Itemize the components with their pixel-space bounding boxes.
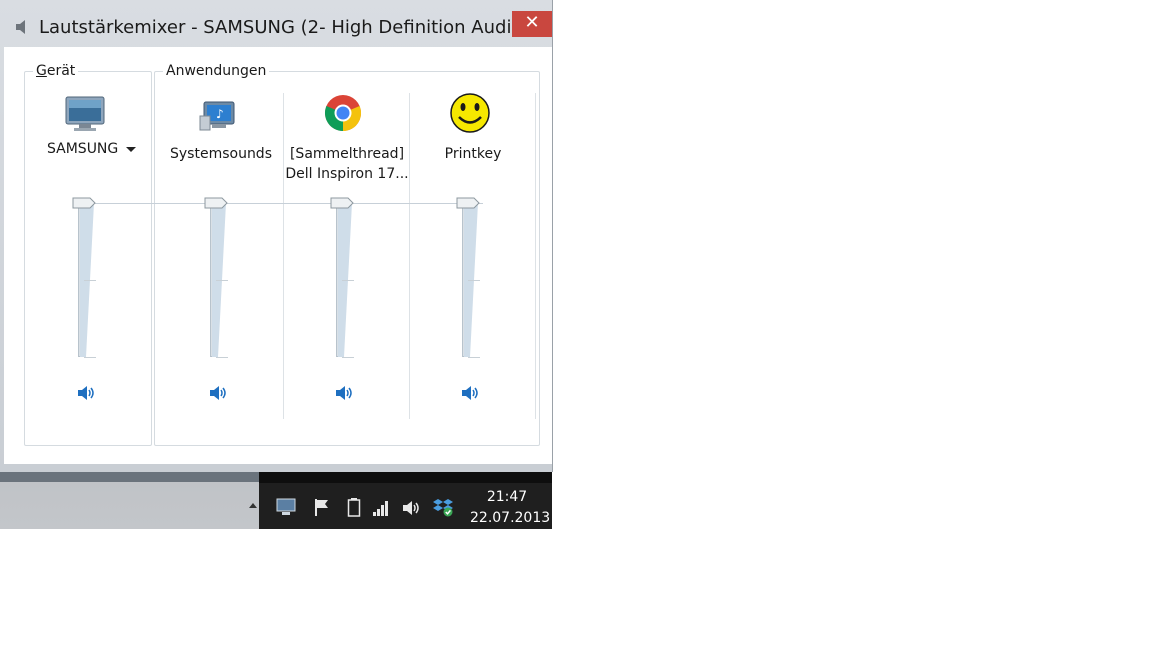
volume-slider-thumb-chrome[interactable] [330, 197, 354, 209]
app-name-chrome: [Sammelthread] Dell Inspiron 17... [285, 146, 409, 182]
taskbar-top-strip [0, 472, 259, 482]
slider-tick [84, 280, 96, 281]
slider-tick [342, 280, 354, 281]
chrome-icon [324, 95, 362, 132]
battery-icon[interactable] [347, 497, 361, 517]
network-signal-icon[interactable] [372, 499, 390, 517]
device-name: SAMSUNG [47, 141, 119, 157]
speaker-icon[interactable] [14, 18, 32, 36]
smiley-icon [450, 93, 490, 133]
slider-tick [342, 357, 354, 358]
speaker-icon[interactable] [401, 498, 423, 518]
slider-tick [84, 357, 96, 358]
column-separator [409, 93, 410, 419]
clock-date[interactable]: 22.07.2013 [470, 510, 550, 526]
title-bar[interactable]: Lautstärkemixer - SAMSUNG (2- High Defin… [0, 0, 552, 44]
column-separator [283, 93, 284, 419]
slider-tick [216, 357, 228, 358]
speaker-icon[interactable] [208, 383, 230, 403]
svg-text:♪: ♪ [216, 107, 224, 121]
slider-tick [468, 280, 480, 281]
slider-tick [468, 357, 480, 358]
applications-group-label: Anwendungen [163, 63, 270, 79]
volume-slider-thumb-device[interactable] [72, 197, 96, 209]
system-sounds-icon: ♪ [199, 101, 235, 131]
app-name-printkey: Printkey [444, 146, 502, 162]
volume-slider-thumb-printkey[interactable] [456, 197, 480, 209]
show-hidden-icons-arrow[interactable] [249, 503, 257, 508]
volume-slider-thumb-systemsounds[interactable] [204, 197, 228, 209]
taskbar [0, 472, 259, 529]
app-name-systemsounds: Systemsounds [170, 146, 272, 162]
volume-link-line [83, 203, 483, 204]
device-selector[interactable]: SAMSUNG [36, 139, 130, 159]
clock-time[interactable]: 21:47 [470, 489, 544, 505]
window-title: Lautstärkemixer - SAMSUNG (2- High Defin… [39, 17, 540, 38]
display-icon[interactable] [276, 498, 296, 516]
action-center-flag-icon[interactable] [312, 497, 332, 517]
dropbox-icon[interactable] [432, 497, 454, 517]
slider-tick [216, 280, 228, 281]
monitor-icon [65, 96, 105, 131]
speaker-icon[interactable] [334, 383, 356, 403]
close-button[interactable]: ✕ [512, 11, 552, 37]
chevron-down-icon[interactable] [126, 147, 136, 152]
device-group-label: Gerät [33, 63, 79, 79]
speaker-icon[interactable] [76, 383, 98, 403]
speaker-icon[interactable] [460, 383, 482, 403]
column-separator [535, 93, 536, 419]
